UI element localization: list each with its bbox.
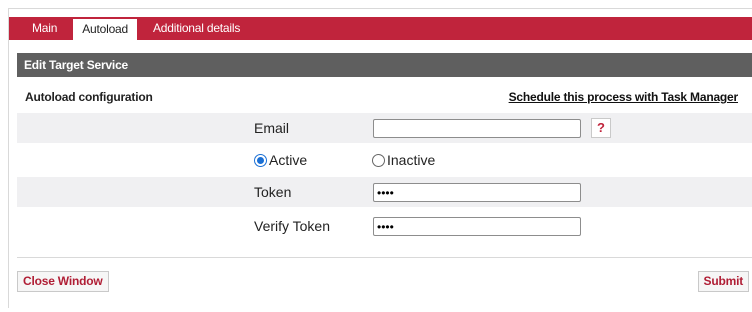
section-title: Edit Target Service [17,53,752,77]
tab-main[interactable]: Main [23,18,66,40]
form-rows: Email ? Active Inactive Token Verify Tok… [17,113,752,258]
verify-token-field[interactable] [373,217,581,236]
status-row: Active Inactive [17,145,752,175]
email-field[interactable] [373,119,581,138]
radio-active[interactable]: Active [254,152,307,168]
radio-active-dot[interactable] [254,153,267,167]
email-label: Email [254,120,290,136]
tab-bar: Main Autoload Additional details [9,17,752,40]
verify-token-row: Verify Token [17,211,752,241]
token-field[interactable] [373,183,581,202]
autoload-configuration-title: Autoload configuration [25,90,153,104]
verify-token-label: Verify Token [254,218,331,234]
tab-additional-details[interactable]: Additional details [144,18,249,40]
subheader: Autoload configuration Schedule this pro… [17,84,752,112]
radio-active-label: Active [269,152,308,168]
token-row: Token [17,177,752,207]
token-label: Token [254,184,292,200]
tab-autoload[interactable]: Autoload [72,18,138,40]
radio-inactive-dot[interactable] [372,153,385,167]
email-row: Email ? [17,113,752,143]
schedule-task-manager-link[interactable]: Schedule this process with Task Manager [509,90,739,104]
radio-inactive[interactable]: Inactive [372,152,435,168]
submit-button[interactable]: Submit [697,271,749,292]
close-window-button[interactable]: Close Window [17,271,109,292]
help-icon[interactable]: ? [591,118,611,138]
radio-inactive-label: Inactive [387,152,436,168]
